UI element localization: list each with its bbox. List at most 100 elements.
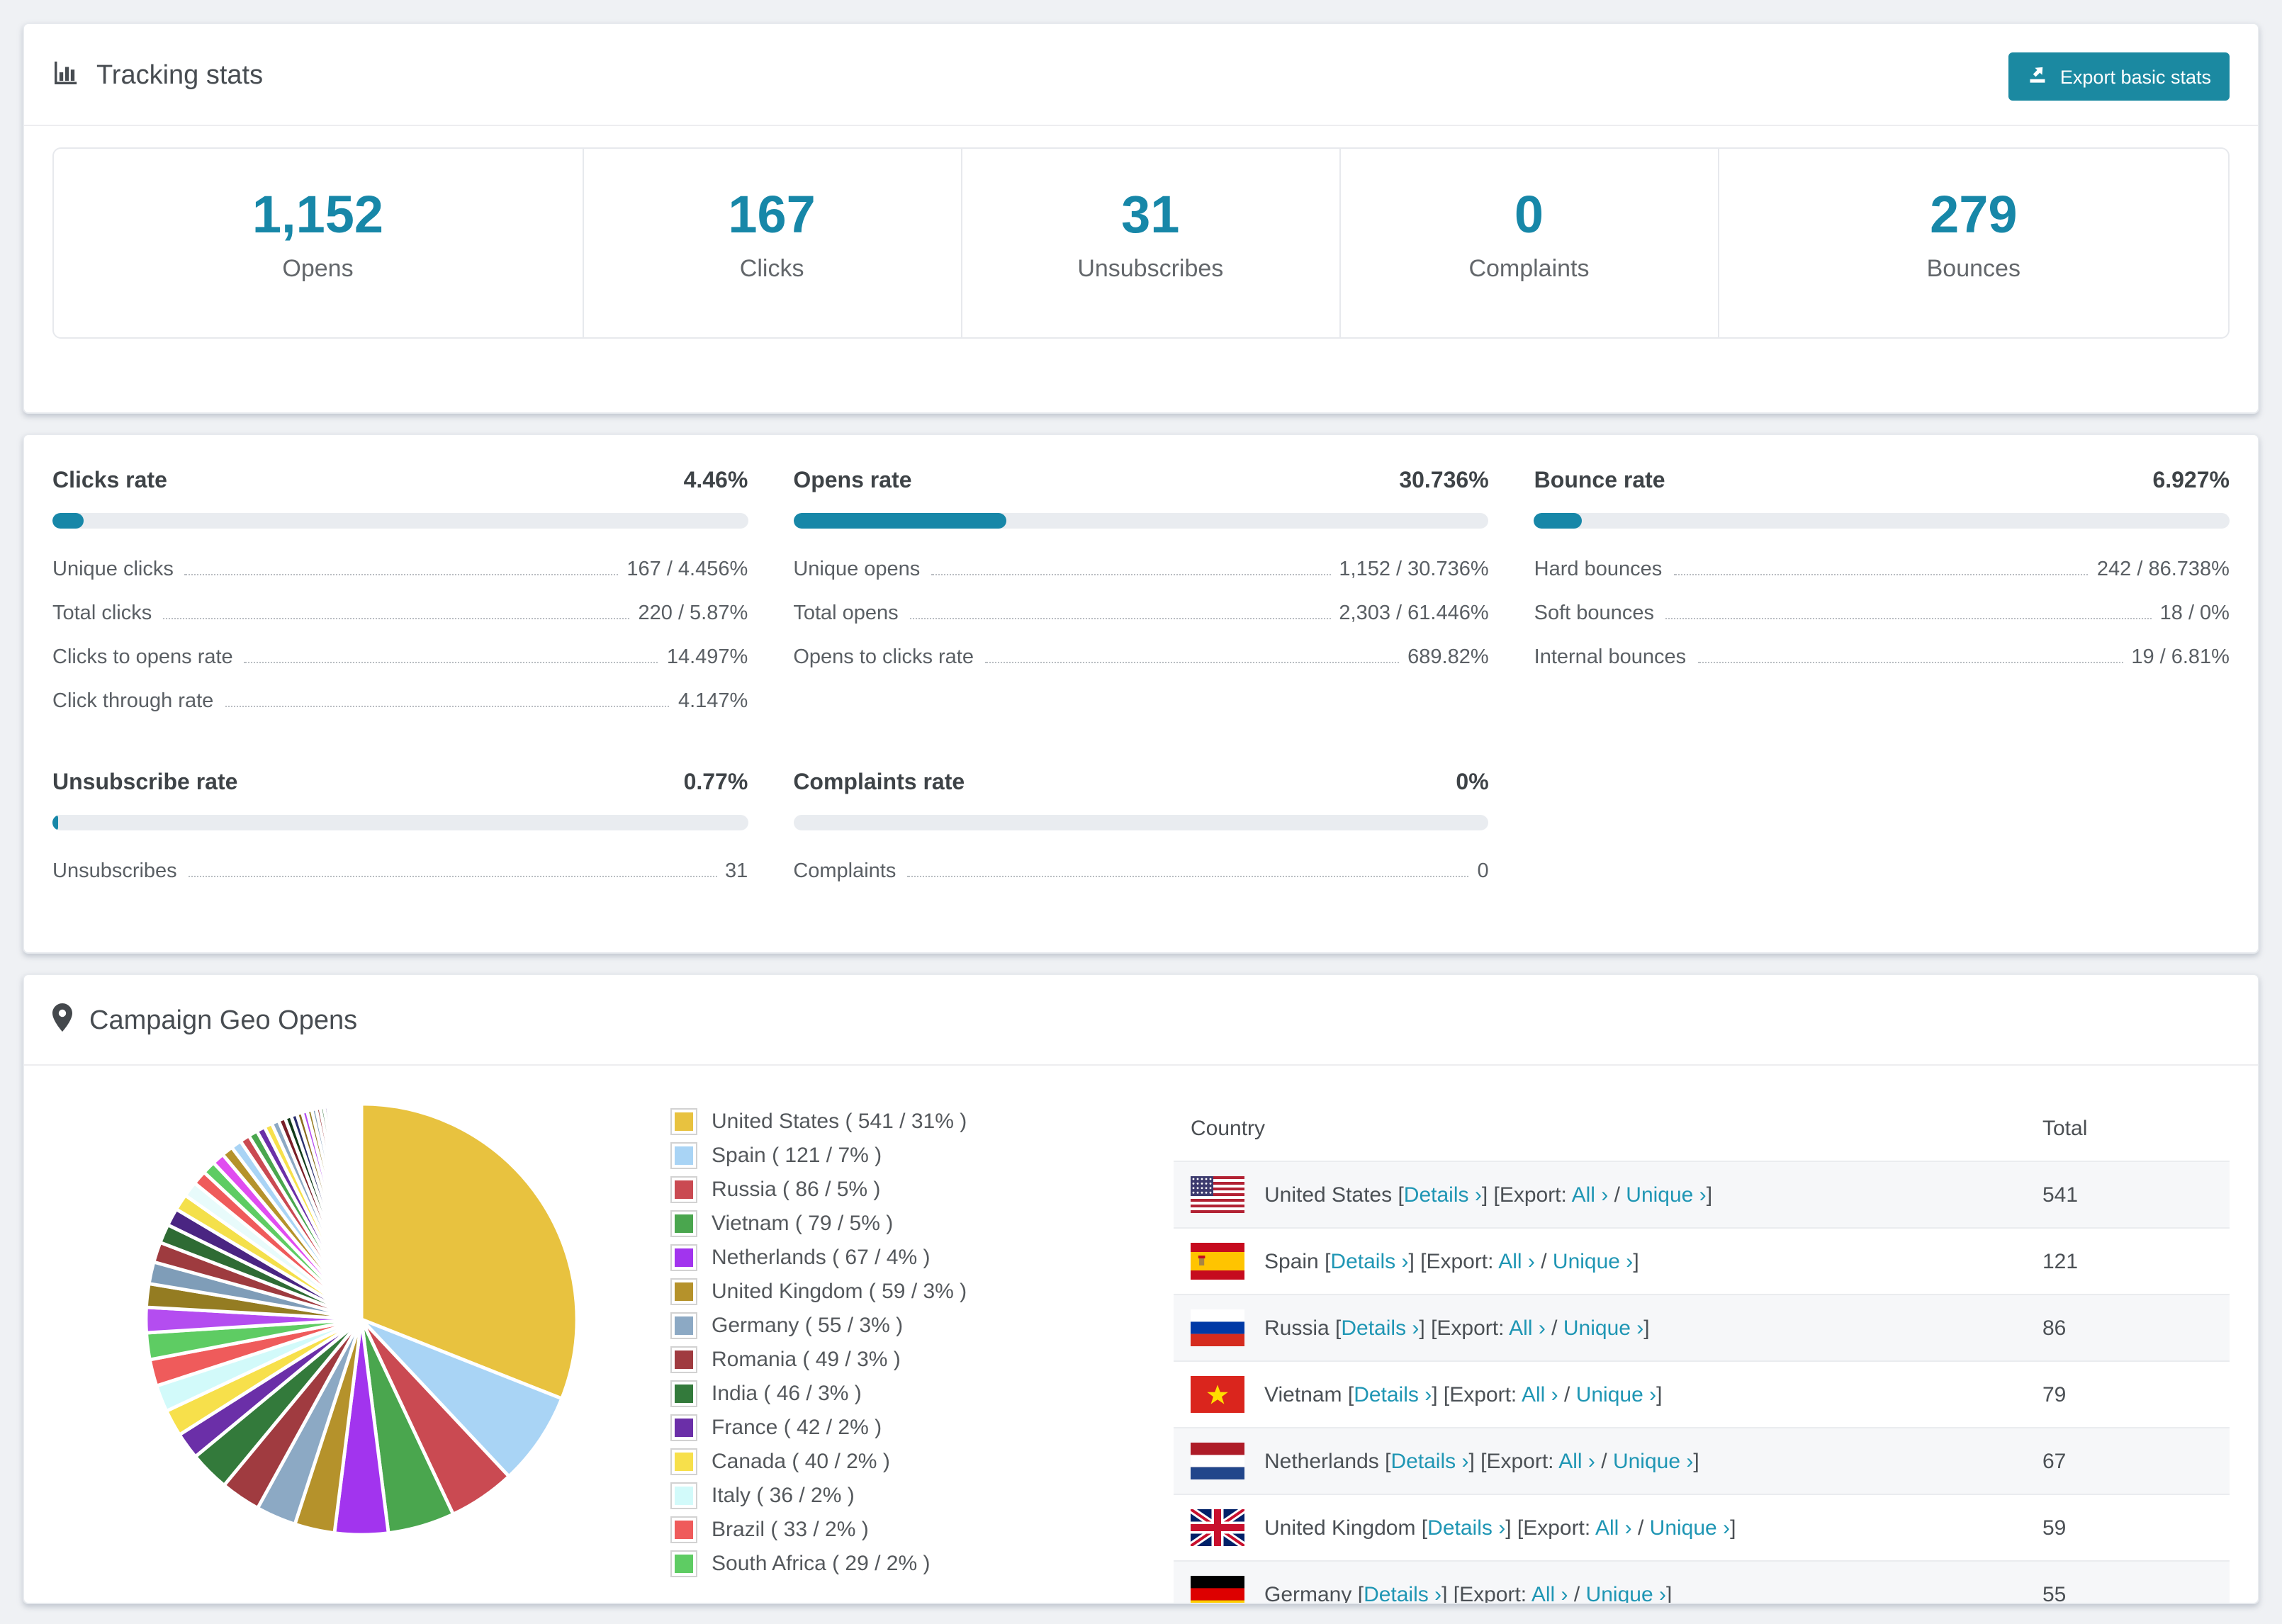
tracking-stats-header: Tracking stats Export basic stats <box>24 24 2258 126</box>
country-cell: Germany [Details ›] [Export: All › / Uni… <box>1264 1582 1672 1603</box>
export-all-link[interactable]: All › <box>1572 1183 1609 1207</box>
rate-title: Unsubscribe rate <box>52 771 238 795</box>
rate-stat-label: Unique clicks <box>52 558 174 581</box>
progress-bar-track <box>52 815 748 830</box>
stat-value: 167 <box>728 186 816 244</box>
stat-box-bounces: 279 Bounces <box>1719 149 2228 337</box>
stat-label: Opens <box>282 255 354 282</box>
legend-item-italy[interactable]: Italy ( 36 / 2% ) <box>670 1482 1043 1509</box>
legend-item-romania[interactable]: Romania ( 49 / 3% ) <box>670 1346 1043 1373</box>
export-all-link[interactable]: All › <box>1558 1449 1595 1473</box>
details-link[interactable]: Details › <box>1354 1382 1432 1406</box>
stat-box-unsubscribes: 31 Unsubscribes <box>962 149 1341 337</box>
rate-stat-value: 18 / 0% <box>2159 602 2230 625</box>
country-cell: Spain [Details ›] [Export: All › / Uniqu… <box>1264 1249 1639 1273</box>
progress-bar-fill <box>52 815 58 830</box>
country-cell: United States [Details ›] [Export: All ›… <box>1264 1183 1713 1207</box>
export-icon <box>2028 64 2049 89</box>
legend-label: Canada ( 40 / 2% ) <box>712 1450 890 1474</box>
es-flag-icon <box>1191 1243 1244 1280</box>
dotted-leader <box>163 618 630 619</box>
rate-title: Complaints rate <box>793 771 965 795</box>
legend-label: Vietnam ( 79 / 5% ) <box>712 1212 894 1236</box>
legend-label: United Kingdom ( 59 / 3% ) <box>712 1280 967 1304</box>
legend-label: Germany ( 55 / 3% ) <box>712 1314 904 1338</box>
details-link[interactable]: Details › <box>1330 1249 1408 1273</box>
export-all-link[interactable]: All › <box>1595 1516 1632 1540</box>
legend-label: France ( 42 / 2% ) <box>712 1416 882 1440</box>
rate-stat-value: 31 <box>725 860 748 883</box>
geo-header: Campaign Geo Opens <box>24 975 2258 1066</box>
rate-title: Opens rate <box>793 469 912 493</box>
details-link[interactable]: Details › <box>1427 1516 1505 1540</box>
details-link[interactable]: Details › <box>1404 1183 1482 1207</box>
export-unique-link[interactable]: Unique › <box>1586 1582 1666 1603</box>
legend-label: Italy ( 36 / 2% ) <box>712 1484 855 1508</box>
rate-stat-label: Unsubscribes <box>52 860 177 883</box>
dotted-leader <box>1665 618 2152 619</box>
rate-value: 4.46% <box>683 469 748 493</box>
rate-stat-value: 14.497% <box>666 646 748 669</box>
total-cell: 67 <box>2042 1449 2067 1473</box>
legend-item-netherlands[interactable]: Netherlands ( 67 / 4% ) <box>670 1244 1043 1271</box>
export-unique-link[interactable]: Unique › <box>1553 1249 1633 1273</box>
pie-legend: United States ( 541 / 31% ) Spain ( 121 /… <box>670 1100 1043 1586</box>
tracking-stats-card: Tracking stats Export basic stats 1,152 O… <box>23 23 2259 414</box>
legend-item-russia[interactable]: Russia ( 86 / 5% ) <box>670 1176 1043 1203</box>
stat-label: Unsubscribes <box>1077 255 1224 282</box>
export-all-link[interactable]: All › <box>1522 1382 1558 1406</box>
export-all-link[interactable]: All › <box>1509 1316 1546 1340</box>
rate-stat-row: Soft bounces 18 / 0% <box>1534 602 2230 625</box>
geo-body: United States ( 541 / 31% ) Spain ( 121 /… <box>24 1066 2258 1603</box>
rate-stat-row: Opens to clicks rate 689.82% <box>793 646 1488 669</box>
export-unique-link[interactable]: Unique › <box>1613 1449 1693 1473</box>
legend-item-united-kingdom[interactable]: United Kingdom ( 59 / 3% ) <box>670 1278 1043 1305</box>
legend-color-chip <box>670 1278 697 1305</box>
stat-box-clicks: 167 Clicks <box>583 149 962 337</box>
legend-item-india[interactable]: India ( 46 / 3% ) <box>670 1380 1043 1407</box>
nl-flag-icon <box>1191 1443 1244 1479</box>
rate-stat-row: Unique clicks 167 / 4.456% <box>52 558 748 581</box>
legend-item-south-africa[interactable]: South Africa ( 29 / 2% ) <box>670 1550 1043 1577</box>
details-link[interactable]: Details › <box>1364 1582 1441 1603</box>
gb-flag-icon <box>1191 1509 1244 1546</box>
export-button-label: Export basic stats <box>2059 66 2211 87</box>
export-unique-link[interactable]: Unique › <box>1576 1382 1656 1406</box>
rate-stat-value: 2,303 / 61.446% <box>1339 602 1489 625</box>
rate-section: Complaints rate 0% Complaints 0 <box>793 771 1489 904</box>
legend-item-united-states[interactable]: United States ( 541 / 31% ) <box>670 1108 1043 1135</box>
legend-item-germany[interactable]: Germany ( 55 / 3% ) <box>670 1312 1043 1339</box>
legend-item-vietnam[interactable]: Vietnam ( 79 / 5% ) <box>670 1210 1043 1237</box>
legend-item-spain[interactable]: Spain ( 121 / 7% ) <box>670 1142 1043 1169</box>
details-link[interactable]: Details › <box>1341 1316 1419 1340</box>
legend-color-chip <box>670 1448 697 1475</box>
rate-stat-label: Total opens <box>793 602 899 625</box>
dotted-leader <box>244 662 658 663</box>
export-unique-link[interactable]: Unique › <box>1650 1516 1730 1540</box>
export-basic-stats-button[interactable]: Export basic stats <box>2008 52 2230 101</box>
country-cell: United Kingdom [Details ›] [Export: All … <box>1264 1516 1736 1540</box>
dotted-leader <box>907 876 1469 877</box>
bar-chart-icon <box>52 59 79 94</box>
legend-color-chip <box>670 1142 697 1169</box>
legend-item-france[interactable]: France ( 42 / 2% ) <box>670 1414 1043 1441</box>
export-unique-link[interactable]: Unique › <box>1626 1183 1706 1207</box>
ru-flag-icon <box>1191 1309 1244 1346</box>
details-link[interactable]: Details › <box>1390 1449 1468 1473</box>
dotted-leader <box>1673 574 2089 575</box>
total-cell: 541 <box>2042 1183 2079 1207</box>
rate-stat-row: Total clicks 220 / 5.87% <box>52 602 748 625</box>
rate-stat-value: 0 <box>1477 860 1489 883</box>
legend-item-canada[interactable]: Canada ( 40 / 2% ) <box>670 1448 1043 1475</box>
stat-box-opens: 1,152 Opens <box>54 149 584 337</box>
export-all-link[interactable]: All › <box>1498 1249 1535 1273</box>
table-row-de: Germany [Details ›] [Export: All › / Uni… <box>1174 1560 2230 1603</box>
dotted-leader <box>909 618 1331 619</box>
legend-item-brazil[interactable]: Brazil ( 33 / 2% ) <box>670 1516 1043 1543</box>
export-unique-link[interactable]: Unique › <box>1563 1316 1643 1340</box>
rates-body: Clicks rate 4.46% Unique clicks 167 / 4.456… <box>24 435 2258 904</box>
rate-stat-value: 4.147% <box>678 690 748 713</box>
rate-stat-row: Click through rate 4.147% <box>52 690 748 713</box>
legend-color-chip <box>670 1414 697 1441</box>
export-all-link[interactable]: All › <box>1531 1582 1568 1603</box>
